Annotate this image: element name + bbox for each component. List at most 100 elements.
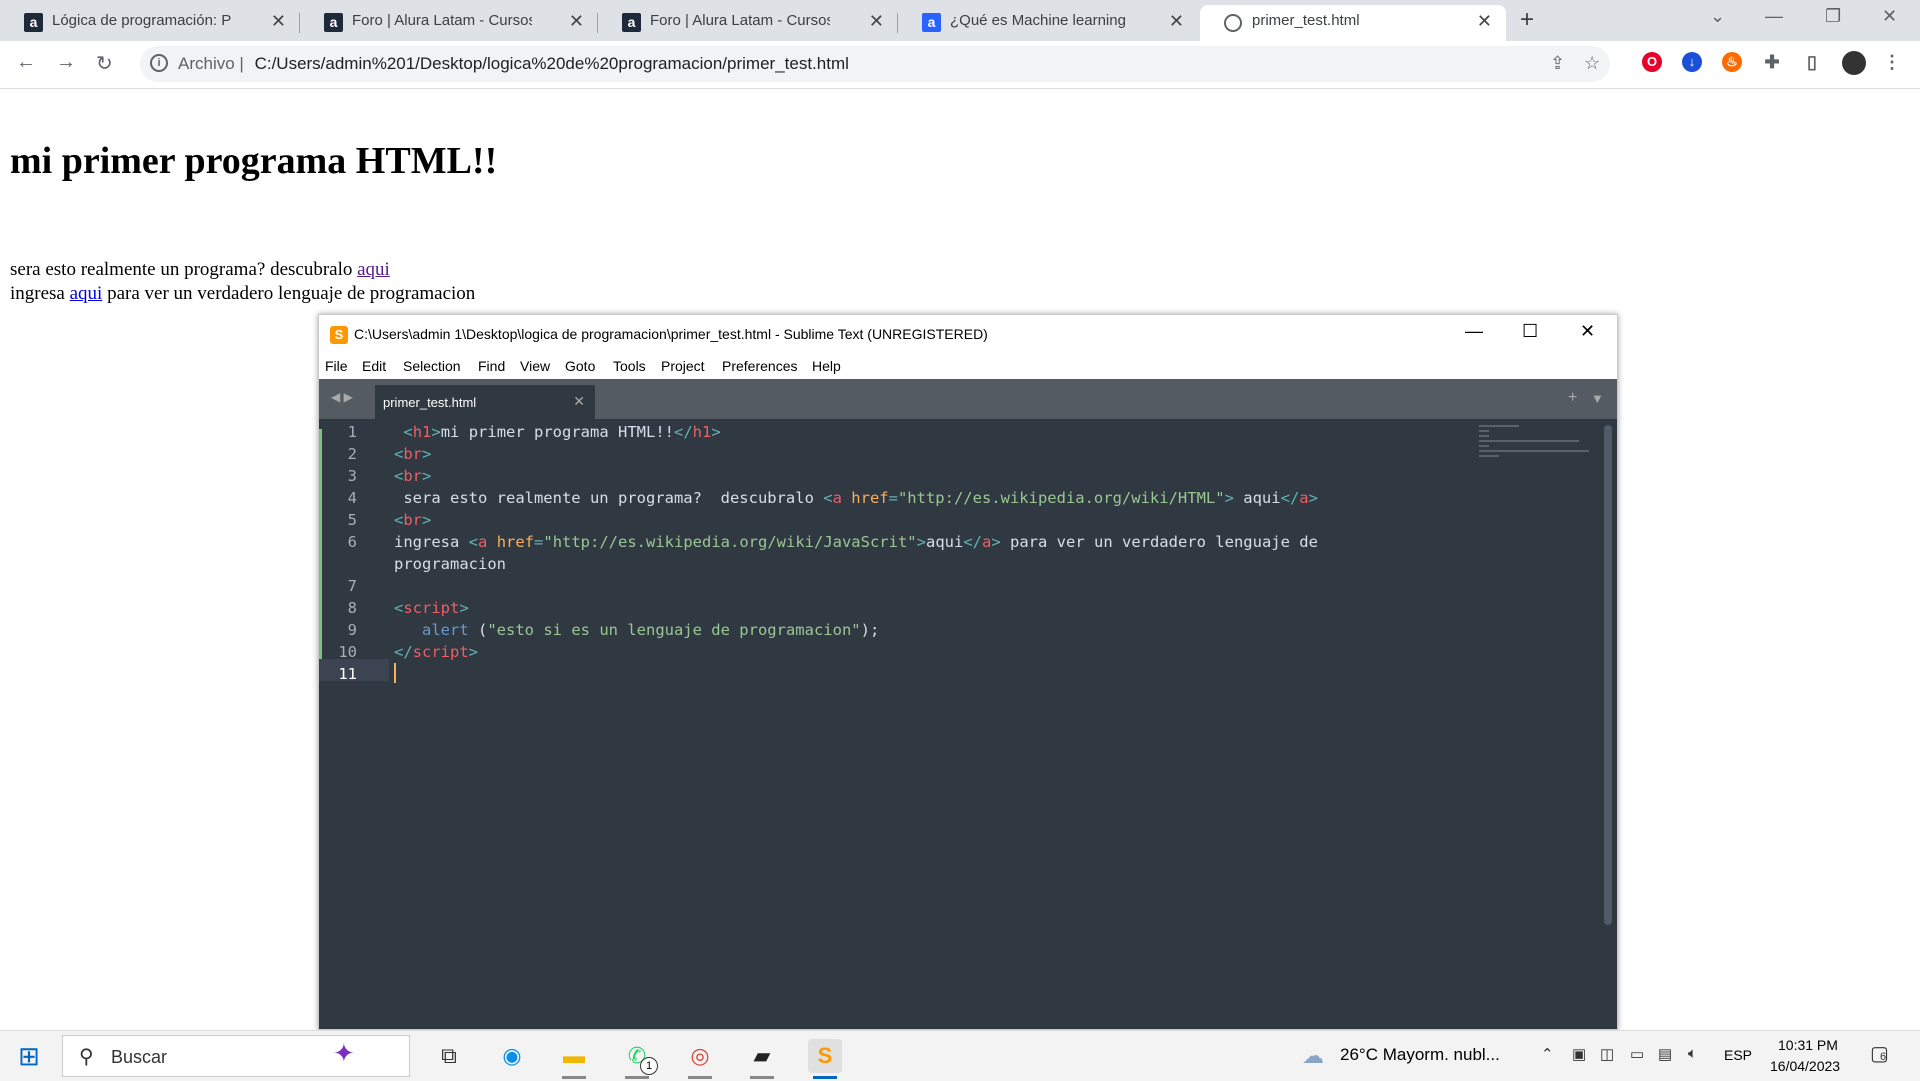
tab-dropdown-icon[interactable]: ▼ (1591, 391, 1604, 406)
browser-tab-3[interactable]: a Foro | Alura Latam - Cursos online ✕ (598, 5, 898, 41)
new-file-plus-icon[interactable]: + (1568, 389, 1577, 407)
sublime-maximize-icon[interactable]: ☐ (1522, 321, 1538, 342)
opera-extension-icon[interactable]: O (1642, 52, 1662, 72)
line1-text: sera esto realmente un programa? descubr… (10, 259, 353, 280)
sublime-tab-bar: ◀ ▶ primer_test.html ✕ + ▼ (319, 379, 1617, 419)
whatsapp-icon[interactable]: ✆ 1 (620, 1039, 658, 1079)
extensions-puzzle-icon[interactable]: ✚ (1762, 52, 1782, 72)
close-window-icon[interactable]: ✕ (1882, 6, 1897, 27)
back-icon[interactable]: ← (16, 51, 36, 74)
alura-icon: a (922, 13, 941, 32)
code-alert-string: "esto si es un lenguaje de programacion" (487, 621, 861, 639)
alura-icon: a (622, 13, 641, 32)
share-icon[interactable]: ⇪ (1550, 53, 1565, 74)
code-script-close: script (412, 643, 469, 661)
menu-project[interactable]: Project (661, 358, 705, 374)
sublime-file-tab[interactable]: primer_test.html ✕ (375, 385, 595, 419)
line-number: 5 (347, 511, 357, 529)
browser-tab-active[interactable]: primer_test.html ✕ (1200, 5, 1506, 41)
clock-time[interactable]: 10:31 PM (1778, 1037, 1838, 1053)
language-indicator[interactable]: ESP (1724, 1047, 1752, 1063)
chrome-icon[interactable]: ◎ (683, 1039, 717, 1079)
address-url: C:/Users/admin%201/Desktop/logica%20de%2… (254, 54, 849, 73)
browser-toolbar: ← → ↻ i Archivo | C:/Users/admin%201/Des… (0, 41, 1920, 89)
info-icon[interactable]: i (150, 54, 168, 72)
tab-search-icon[interactable]: ⌄ (1710, 6, 1725, 27)
bookmark-star-icon[interactable]: ☆ (1584, 53, 1600, 74)
wikipedia-javascript-link[interactable]: aqui (70, 283, 103, 304)
close-tab-icon[interactable]: ✕ (271, 5, 286, 37)
sublime-taskbar-icon[interactable]: S (808, 1039, 842, 1079)
clock-date[interactable]: 16/04/2023 (1770, 1058, 1840, 1074)
vertical-scrollbar[interactable] (1604, 425, 1612, 925)
wikipedia-html-link[interactable]: aqui (357, 259, 390, 280)
restore-icon[interactable]: ❐ (1825, 6, 1841, 27)
sublime-minimize-icon[interactable]: — (1465, 321, 1483, 342)
menu-goto[interactable]: Goto (565, 358, 595, 374)
network-icon[interactable]: ▤ (1658, 1045, 1672, 1063)
download-extension-icon[interactable]: ↓ (1682, 52, 1702, 72)
minimize-icon[interactable]: — (1765, 6, 1783, 27)
code-l4-url: "http://es.wikipedia.org/wiki/HTML" (897, 489, 1225, 507)
code-line-8: <script> (394, 599, 469, 617)
taskbar-search-box[interactable]: ⚲ Buscar ✦ (62, 1035, 410, 1077)
close-tab-icon[interactable]: ✕ (1477, 5, 1492, 37)
camera-icon[interactable]: ◫ (1600, 1045, 1614, 1063)
windows-start-icon[interactable]: ⊞ (12, 1039, 46, 1073)
search-placeholder: Buscar (111, 1047, 168, 1067)
line-number: 1 (347, 423, 357, 441)
side-panel-icon[interactable]: ▯ (1802, 52, 1822, 72)
notes-icon[interactable]: ▰ (745, 1039, 779, 1079)
notification-center-icon[interactable]: ▢ 6 (1870, 1041, 1889, 1066)
close-tab-icon[interactable]: ✕ (869, 5, 884, 37)
volume-icon[interactable]: 🔈︎ (1688, 1045, 1697, 1062)
menu-file[interactable]: File (325, 358, 348, 374)
line2-prefix: ingresa (10, 283, 65, 304)
tab-title: Foro | Alura Latam - Cursos online (352, 12, 532, 29)
menu-kebab-icon[interactable]: ⋮ (1882, 52, 1902, 72)
code-line-9: alert ("esto si es un lenguaje de progra… (422, 621, 880, 639)
minimap[interactable] (1479, 425, 1589, 465)
search-icon: ⚲ (79, 1046, 94, 1068)
menu-tools[interactable]: Tools (613, 358, 646, 374)
menu-help[interactable]: Help (812, 358, 841, 374)
alura-icon: a (24, 13, 43, 32)
menu-edit[interactable]: Edit (362, 358, 386, 374)
line-number: 3 (347, 467, 357, 485)
code-editor[interactable]: 1 2 3 4 5 6 7 8 9 10 11 <h1>mi primer pr… (319, 419, 1617, 1029)
reload-icon[interactable]: ↻ (96, 51, 113, 76)
browser-tab-1[interactable]: a Lógica de programación: Primero ✕ (0, 5, 300, 41)
address-bar[interactable]: i Archivo | C:/Users/admin%201/Desktop/l… (140, 46, 1610, 82)
new-tab-icon[interactable]: + (1520, 6, 1534, 34)
tab-title: ¿Qué es Machine learning | Alura (950, 12, 1130, 29)
line-number: 4 (347, 489, 357, 507)
code-line-10: </script> (394, 643, 479, 661)
menu-preferences[interactable]: Preferences (722, 358, 797, 374)
menu-view[interactable]: View (520, 358, 550, 374)
flame-extension-icon[interactable]: ♨ (1722, 52, 1742, 72)
close-tab-icon[interactable]: ✕ (1169, 5, 1184, 37)
task-view-icon[interactable]: ⧉ (432, 1039, 466, 1073)
browser-tab-2[interactable]: a Foro | Alura Latam - Cursos online ✕ (300, 5, 598, 41)
whatsapp-badge: 1 (640, 1057, 658, 1075)
code-line-1: <h1>mi primer programa HTML!!</h1> (403, 423, 721, 441)
sublime-title-bar[interactable]: S C:\Users\admin 1\Desktop\logica de pro… (319, 315, 1617, 355)
close-tab-icon[interactable]: ✕ (569, 5, 584, 37)
code-l6-text: ingresa (394, 533, 469, 551)
line-number: 2 (347, 445, 357, 463)
forward-icon[interactable]: → (56, 51, 76, 74)
show-hidden-icons-chevron[interactable]: ⌃ (1541, 1045, 1554, 1063)
page-line-2: ingresa aqui para ver un verdadero lengu… (10, 283, 475, 305)
weather-text[interactable]: 26°C Mayorm. nubl... (1340, 1045, 1500, 1065)
menu-find[interactable]: Find (478, 358, 505, 374)
battery-icon[interactable]: ▭ (1630, 1045, 1644, 1063)
file-explorer-icon[interactable]: ▬ (557, 1039, 591, 1079)
menu-selection[interactable]: Selection (403, 358, 461, 374)
profile-avatar[interactable] (1842, 51, 1866, 75)
tab-nav-arrows-icon[interactable]: ◀ ▶ (331, 390, 353, 404)
meet-now-icon[interactable]: ▣ (1572, 1045, 1586, 1063)
close-file-tab-icon[interactable]: ✕ (573, 393, 585, 410)
edge-icon[interactable]: ◉ (495, 1039, 529, 1073)
browser-tab-4[interactable]: a ¿Qué es Machine learning | Alura ✕ (898, 5, 1198, 41)
sublime-close-icon[interactable]: ✕ (1580, 321, 1595, 342)
